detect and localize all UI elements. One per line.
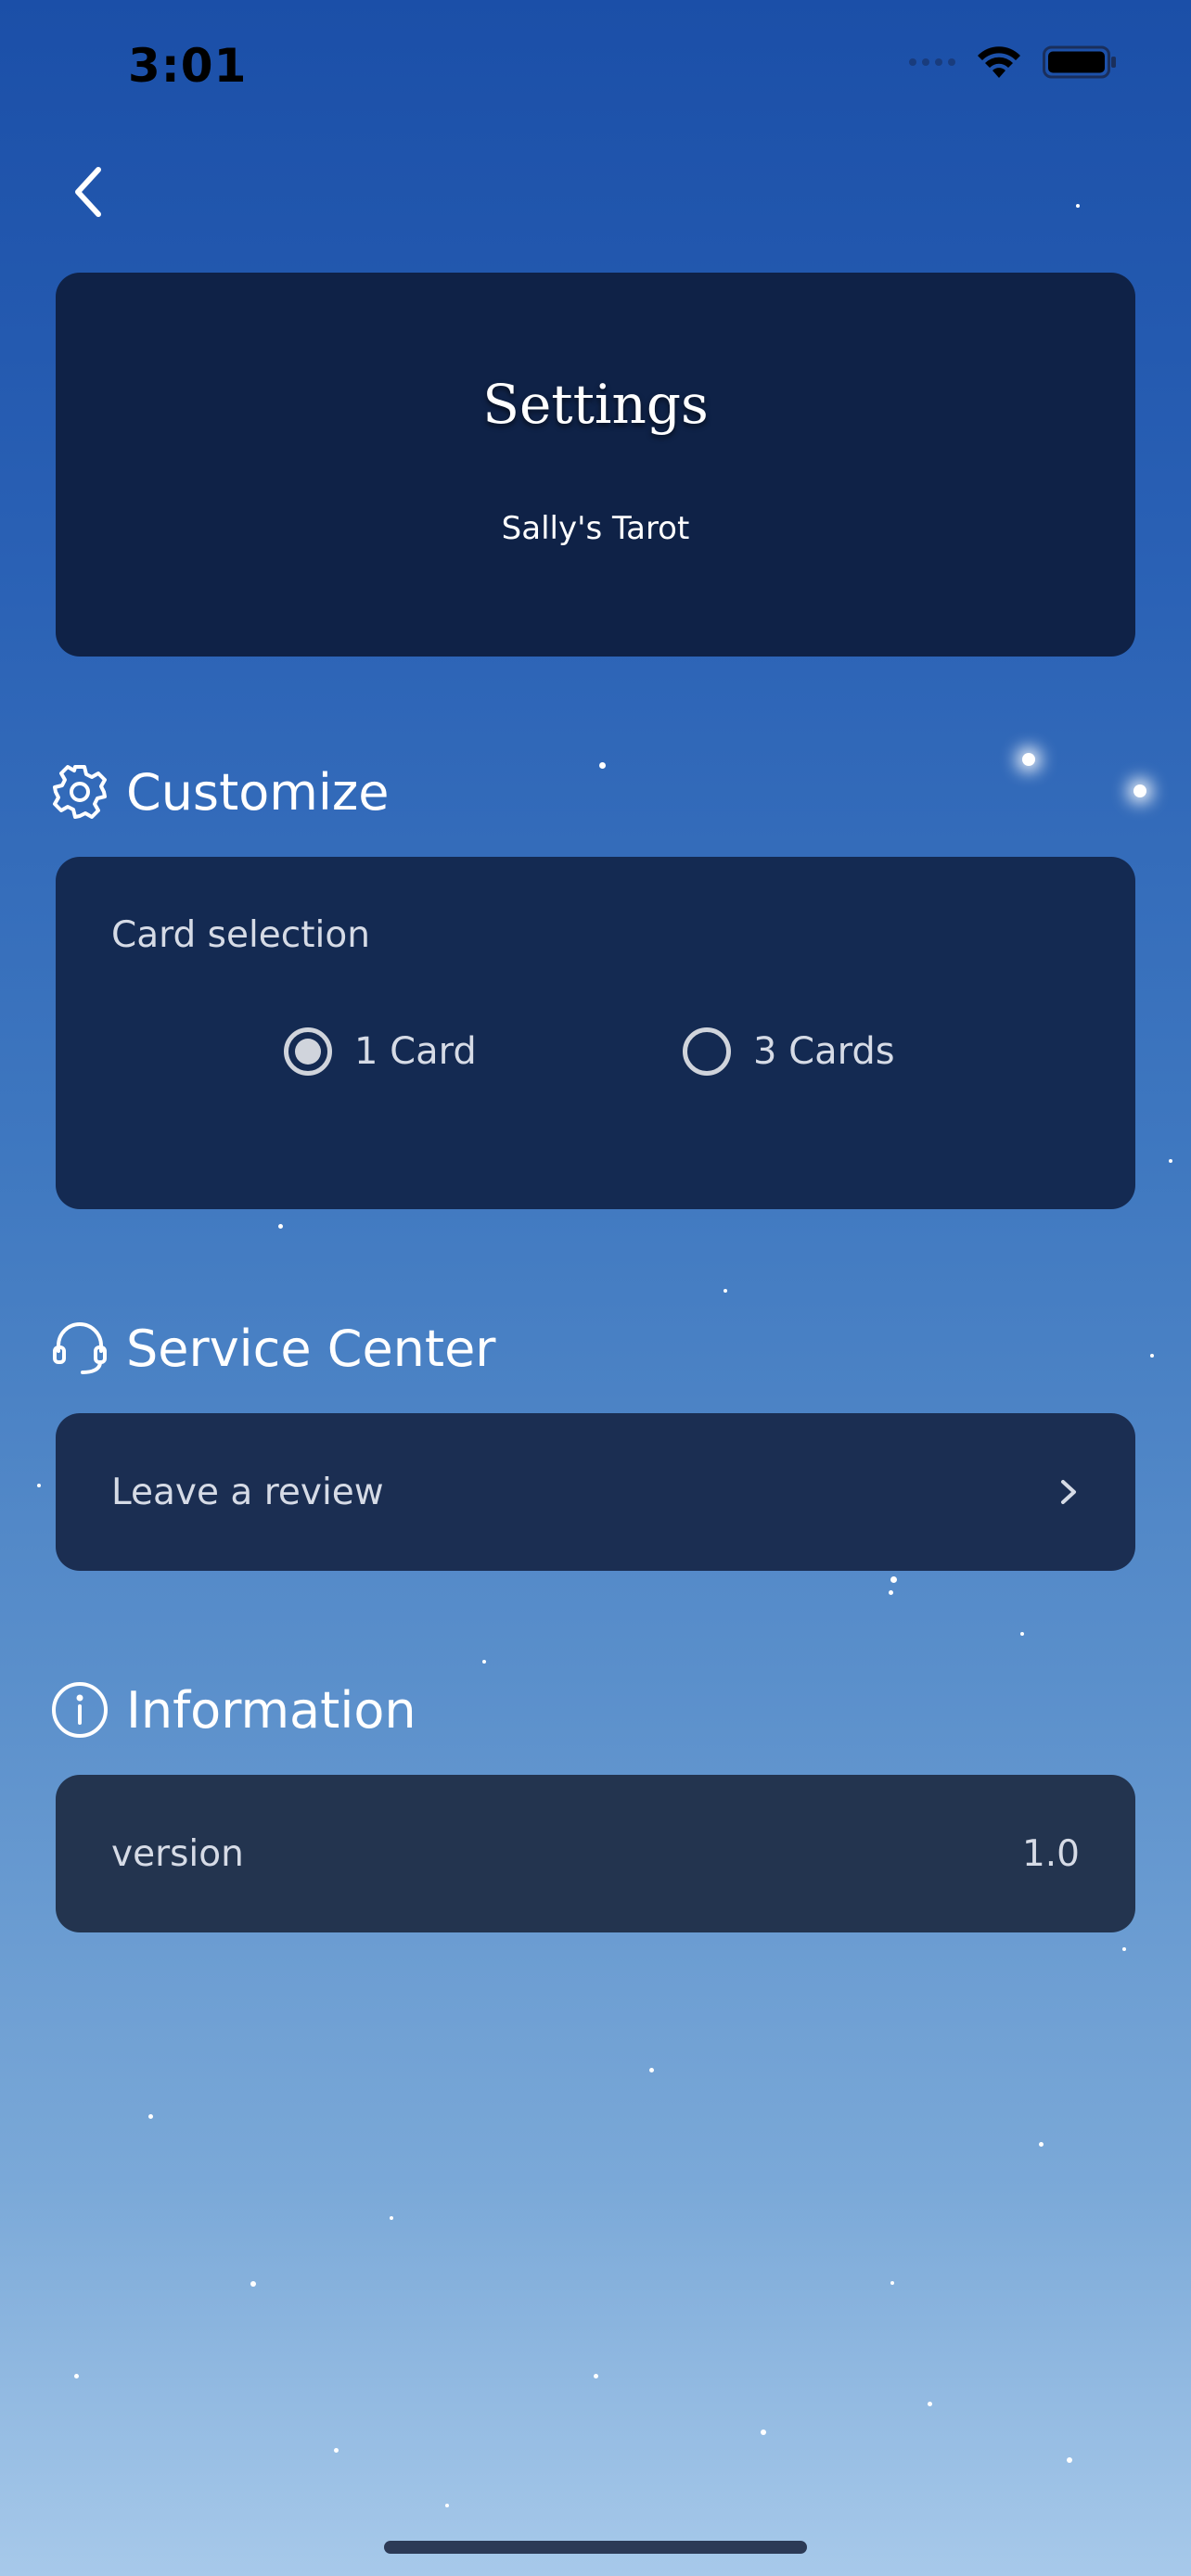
status-icons	[909, 45, 1117, 80]
chevron-left-icon	[75, 167, 101, 217]
radio-button-unselected[interactable]	[683, 1027, 731, 1076]
section-header-service-center: Service Center	[50, 1319, 496, 1378]
card-selection-label: Card selection	[111, 914, 370, 956]
back-button[interactable]	[61, 159, 117, 224]
leave-review-row[interactable]: Leave a review	[56, 1413, 1135, 1571]
home-indicator	[384, 2541, 807, 2554]
radio-option-1-card[interactable]: 1 Card	[284, 1027, 477, 1076]
app-name: Sally's Tarot	[501, 510, 690, 547]
section-title-information: Information	[126, 1680, 416, 1740]
radio-button-selected[interactable]	[284, 1027, 332, 1076]
wifi-icon	[978, 46, 1020, 78]
info-icon	[50, 1680, 109, 1740]
section-title-customize: Customize	[126, 762, 390, 822]
cellular-signal-icon	[909, 58, 955, 66]
version-row: version 1.0	[56, 1775, 1135, 1932]
status-time: 3:01	[128, 39, 248, 93]
status-bar: 3:01	[0, 0, 1191, 130]
headset-icon	[50, 1319, 109, 1378]
section-header-information: Information	[50, 1680, 416, 1740]
battery-icon	[1043, 45, 1116, 79]
version-label: version	[111, 1832, 244, 1875]
header-card: Settings Sally's Tarot	[56, 273, 1135, 657]
gear-icon	[50, 762, 109, 822]
radio-option-3-cards[interactable]: 3 Cards	[683, 1027, 895, 1076]
leave-review-label: Leave a review	[111, 1471, 384, 1513]
radio-label: 3 Cards	[753, 1030, 895, 1073]
version-value: 1.0	[1021, 1832, 1080, 1875]
customize-card: Card selection 1 Card 3 Cards	[56, 857, 1135, 1209]
radio-label: 1 Card	[354, 1030, 477, 1073]
section-header-customize: Customize	[50, 762, 389, 822]
page-title: Settings	[482, 373, 709, 436]
section-title-service-center: Service Center	[126, 1319, 496, 1378]
chevron-right-icon	[1061, 1480, 1076, 1504]
